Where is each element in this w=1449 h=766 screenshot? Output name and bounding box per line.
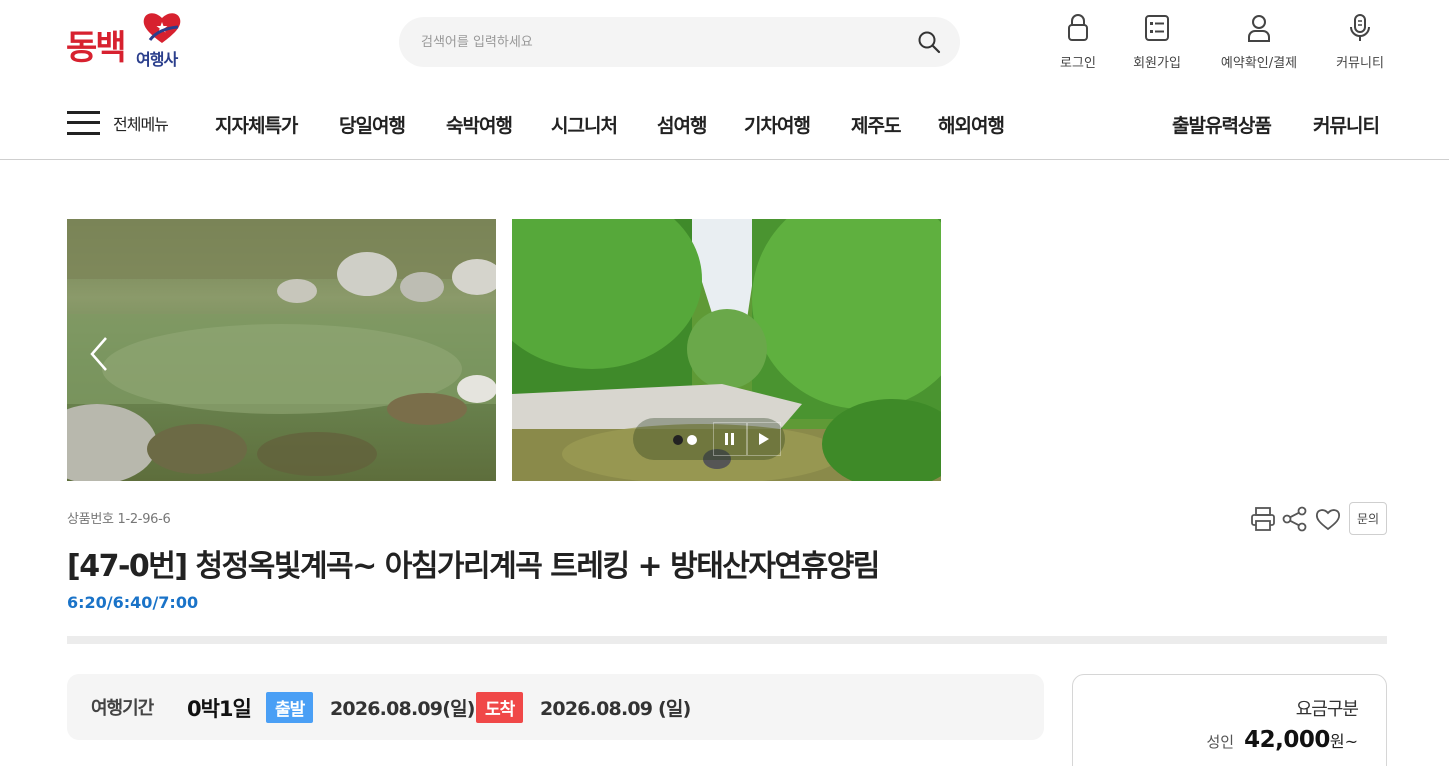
play-icon	[759, 433, 769, 445]
price-amount: 42,000	[1244, 727, 1330, 753]
depart-date: 2026.08.09(일)	[330, 698, 475, 720]
community-util-label: 커뮤니티	[1336, 56, 1384, 71]
signup-label: 회원가입	[1133, 56, 1181, 71]
nav-item-community[interactable]: 커뮤니티	[1313, 111, 1380, 138]
product-title: [47-0번] 청정옥빛계곡~ 아침가리계곡 트레킹 + 방태산자연휴양림	[67, 549, 880, 584]
user-icon	[1248, 15, 1270, 42]
heart-wishlist-icon[interactable]	[1314, 505, 1342, 533]
nav-item-day-trip[interactable]: 당일여행	[339, 111, 406, 138]
member-form-icon	[1145, 15, 1169, 41]
main-navigation: 전체메뉴 지자체특가 당일여행 숙박여행 시그니처 섬여행 기차여행 제주도 해…	[0, 98, 1449, 160]
slide-dot-1[interactable]	[673, 435, 683, 445]
logo[interactable]: 동백 여행사	[66, 10, 216, 76]
travel-period-label: 여행기간	[91, 698, 154, 719]
login-button[interactable]: 로그인	[1033, 12, 1123, 71]
arrive-tag: 도착	[476, 692, 524, 723]
section-divider	[67, 636, 1387, 644]
reservation-label: 예약확인/결제	[1220, 56, 1298, 71]
reservation-button[interactable]: 예약확인/결제	[1214, 12, 1304, 71]
play-button[interactable]	[747, 422, 781, 456]
login-label: 로그인	[1060, 56, 1096, 71]
pause-button[interactable]	[713, 422, 747, 456]
nav-item-island-trip[interactable]: 섬여행	[657, 111, 707, 138]
nav-item-train-trip[interactable]: 기차여행	[744, 111, 811, 138]
search-icon[interactable]	[916, 29, 942, 55]
slide-dot-2[interactable]	[687, 435, 697, 445]
pause-icon	[725, 433, 734, 445]
nav-item-jeju[interactable]: 제주도	[851, 111, 901, 138]
search-input[interactable]	[421, 17, 901, 67]
search-bar	[399, 17, 960, 67]
all-menu-button[interactable]: 전체메뉴	[67, 110, 169, 136]
nav-item-overnight-trip[interactable]: 숙박여행	[446, 111, 513, 138]
share-icon[interactable]	[1281, 505, 1309, 533]
microphone-icon	[1350, 14, 1370, 41]
signup-button[interactable]: 회원가입	[1112, 12, 1202, 71]
logo-main-text: 동백	[66, 28, 127, 68]
price-row-adult: 성인 42,000 원~	[1206, 727, 1358, 753]
travel-period-box: 여행기간 0박1일 출발 2026.08.09(일) 도착 2026.08.09…	[67, 674, 1044, 740]
price-unit: 원~	[1329, 732, 1358, 751]
nav-item-overseas[interactable]: 해외여행	[938, 111, 1005, 138]
community-util-button[interactable]: 커뮤니티	[1315, 12, 1405, 71]
travel-duration: 0박1일	[187, 697, 252, 721]
heart-logo-icon	[143, 13, 181, 43]
depart-tag: 출발	[266, 692, 314, 723]
lock-icon	[1068, 14, 1088, 41]
inquiry-button[interactable]: 문의	[1349, 502, 1387, 535]
print-icon[interactable]	[1249, 505, 1277, 533]
nav-item-signature[interactable]: 시그니처	[551, 111, 618, 138]
departure-times: 6:20/6:40/7:00	[67, 593, 199, 612]
slider-controls	[633, 418, 785, 460]
nav-item-likely-departure[interactable]: 출발유력상품	[1172, 111, 1272, 138]
logo-sub-text: 여행사	[136, 50, 178, 69]
all-menu-label: 전체메뉴	[113, 115, 169, 134]
price-box: 요금구분 성인 42,000 원~	[1072, 674, 1387, 766]
valley-stream-photo	[67, 219, 496, 481]
prev-slide-arrow-icon[interactable]	[84, 334, 114, 374]
product-number: 상품번호 1-2-96-6	[67, 512, 171, 527]
hamburger-icon	[67, 111, 100, 135]
nav-item-local-special[interactable]: 지자체특가	[215, 111, 298, 138]
price-type-label: 성인	[1206, 733, 1235, 751]
price-heading: 요금구분	[1295, 699, 1359, 720]
arrive-date: 2026.08.09 (일)	[540, 698, 691, 720]
